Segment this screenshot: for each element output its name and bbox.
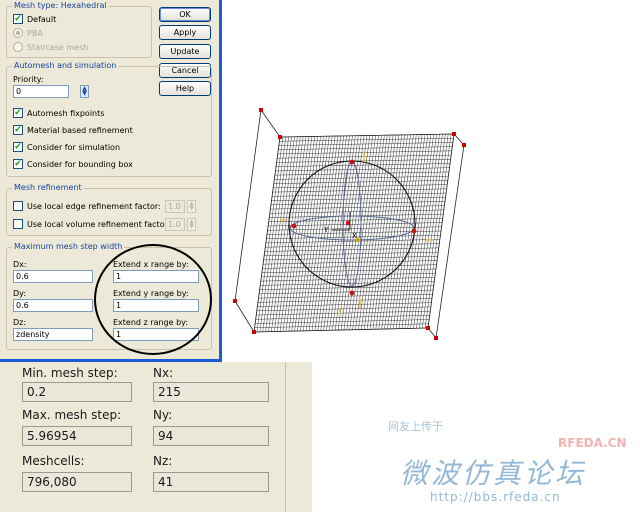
material-row[interactable]: ✔ Material based refinement	[13, 125, 133, 135]
material-label: Material based refinement	[27, 125, 133, 135]
extend-y-label: Extend y range by:	[113, 289, 189, 298]
mesh-type-group: Mesh type: Hexahedral ✔ Default PBA Stai…	[6, 1, 152, 58]
corner-marker	[426, 326, 430, 330]
extend-y-input[interactable]: 1	[113, 299, 199, 312]
dy-input[interactable]: 0.6	[13, 299, 93, 312]
dx-label: Dx:	[13, 260, 27, 269]
corner-marker	[278, 135, 282, 139]
staircase-label: Staircase mesh	[27, 42, 89, 52]
mesh-fixpoint	[349, 159, 355, 165]
mesh-viewport[interactable]: Y X	[228, 100, 478, 350]
mesh-type-title: Mesh type: Hexahedral	[12, 1, 109, 10]
edge-refinement-label: Use local edge refinement factor:	[27, 201, 161, 211]
nx-value: 215	[153, 382, 269, 402]
mesh-fixpoint	[291, 223, 297, 229]
refinement-title: Mesh refinement	[12, 183, 84, 192]
edge-refinement-checkbox[interactable]	[13, 201, 23, 211]
refinement-group: Mesh refinement Use local edge refinemen…	[6, 183, 212, 236]
pba-label: PBA	[27, 28, 43, 38]
bounding-label: Consider for bounding box	[27, 159, 133, 169]
edge-refinement-input[interactable]: 1.0	[165, 200, 185, 213]
step-width-group: Maximum mesh step width Dx: 0.6 Dy: 0.6 …	[6, 242, 212, 350]
corner-marker	[233, 299, 237, 303]
mesh-fixpoint	[411, 228, 417, 234]
watermark-forum-title: 微波仿真论坛	[400, 457, 587, 490]
nz-value: 41	[153, 472, 269, 492]
update-button[interactable]: Update	[159, 44, 211, 59]
mesh-fixpoint	[349, 290, 355, 296]
watermark-uploader-text: 网友上传于	[388, 420, 443, 433]
dz-input[interactable]: zdensity	[13, 328, 93, 341]
axis-y-label: Y	[323, 226, 329, 234]
simulation-row[interactable]: ✔ Consider for simulation	[13, 142, 120, 152]
priority-spinner[interactable]: ▲ ▼	[80, 85, 89, 98]
ny-value: 94	[153, 426, 269, 446]
automesh-group: Automesh and simulation Priority: 0 ▲ ▼ ✔…	[6, 61, 212, 177]
pba-radio[interactable]	[13, 28, 23, 38]
apply-button[interactable]: Apply	[159, 25, 211, 40]
mesh-fixpoint	[345, 220, 351, 226]
bounding-row[interactable]: ✔ Consider for bounding box	[13, 159, 133, 169]
min-step-value: 0.2	[22, 382, 132, 402]
nx-label: Nx:	[153, 366, 174, 380]
watermark-brand-text: RFEDA.CN	[558, 436, 627, 450]
min-step-label: Min. mesh step:	[22, 366, 118, 380]
ok-button[interactable]: OK	[159, 7, 211, 22]
nz-label: Nz:	[153, 454, 173, 468]
axis-x-label: X	[352, 232, 357, 240]
corner-marker	[452, 132, 456, 136]
bounding-checkbox[interactable]: ✔	[13, 159, 23, 169]
volume-refinement-spinner[interactable]: ▲ ▼	[187, 218, 196, 231]
volume-refinement-input[interactable]: 1.0	[165, 218, 185, 231]
default-label: Default	[27, 14, 57, 24]
priority-label: Priority:	[13, 75, 44, 84]
pba-radio-row[interactable]: PBA	[13, 28, 43, 38]
extend-x-label: Extend x range by:	[113, 260, 189, 269]
step-width-title: Maximum mesh step width	[12, 242, 125, 251]
dx-input[interactable]: 0.6	[13, 270, 93, 283]
extend-x-input[interactable]: 1	[113, 270, 199, 283]
staircase-radio[interactable]	[13, 42, 23, 52]
extend-z-label: Extend z range by:	[113, 318, 189, 327]
watermark-url: http://bbs.rfeda.cn	[430, 490, 561, 504]
edge-refinement-row[interactable]: Use local edge refinement factor:	[13, 201, 161, 211]
mesh-statistics-panel: Min. mesh step: 0.2 Nx: 215 Max. mesh st…	[0, 362, 312, 512]
simulation-label: Consider for simulation	[27, 142, 121, 152]
automesh-title: Automesh and simulation	[12, 61, 119, 70]
meshcells-value: 796,080	[22, 472, 132, 492]
panel-edge	[285, 362, 312, 512]
extend-z-input[interactable]: 1	[113, 328, 199, 341]
max-step-label: Max. mesh step:	[22, 408, 122, 422]
edge-refinement-spinner[interactable]: ▲ ▼	[187, 200, 196, 213]
fixpoints-row[interactable]: ✔ Automesh fixpoints	[13, 108, 104, 118]
priority-input[interactable]: 0	[13, 85, 69, 98]
dy-label: Dy:	[13, 289, 27, 298]
volume-refinement-label: Use local volume refinement factor:	[27, 219, 171, 229]
ny-label: Ny:	[153, 408, 173, 422]
corner-marker	[462, 143, 466, 147]
volume-refinement-row[interactable]: Use local volume refinement factor:	[13, 219, 170, 229]
corner-marker	[434, 336, 438, 340]
staircase-radio-row[interactable]: Staircase mesh	[13, 42, 88, 52]
max-step-value: 5.96954	[22, 426, 132, 446]
meshcells-label: Meshcells:	[22, 454, 85, 468]
corner-marker	[259, 108, 263, 112]
simulation-checkbox[interactable]: ✔	[13, 142, 23, 152]
default-checkbox-row[interactable]: ✔ Default	[13, 14, 56, 24]
fixpoints-checkbox[interactable]: ✔	[13, 108, 23, 118]
corner-marker	[252, 330, 256, 334]
default-checkbox[interactable]: ✔	[13, 14, 23, 24]
dz-label: Dz:	[13, 318, 27, 327]
material-checkbox[interactable]: ✔	[13, 125, 23, 135]
fixpoints-label: Automesh fixpoints	[27, 108, 105, 118]
volume-refinement-checkbox[interactable]	[13, 219, 23, 229]
mesh-properties-dialog: Mesh type: Hexahedral ✔ Default PBA Stai…	[0, 0, 222, 362]
